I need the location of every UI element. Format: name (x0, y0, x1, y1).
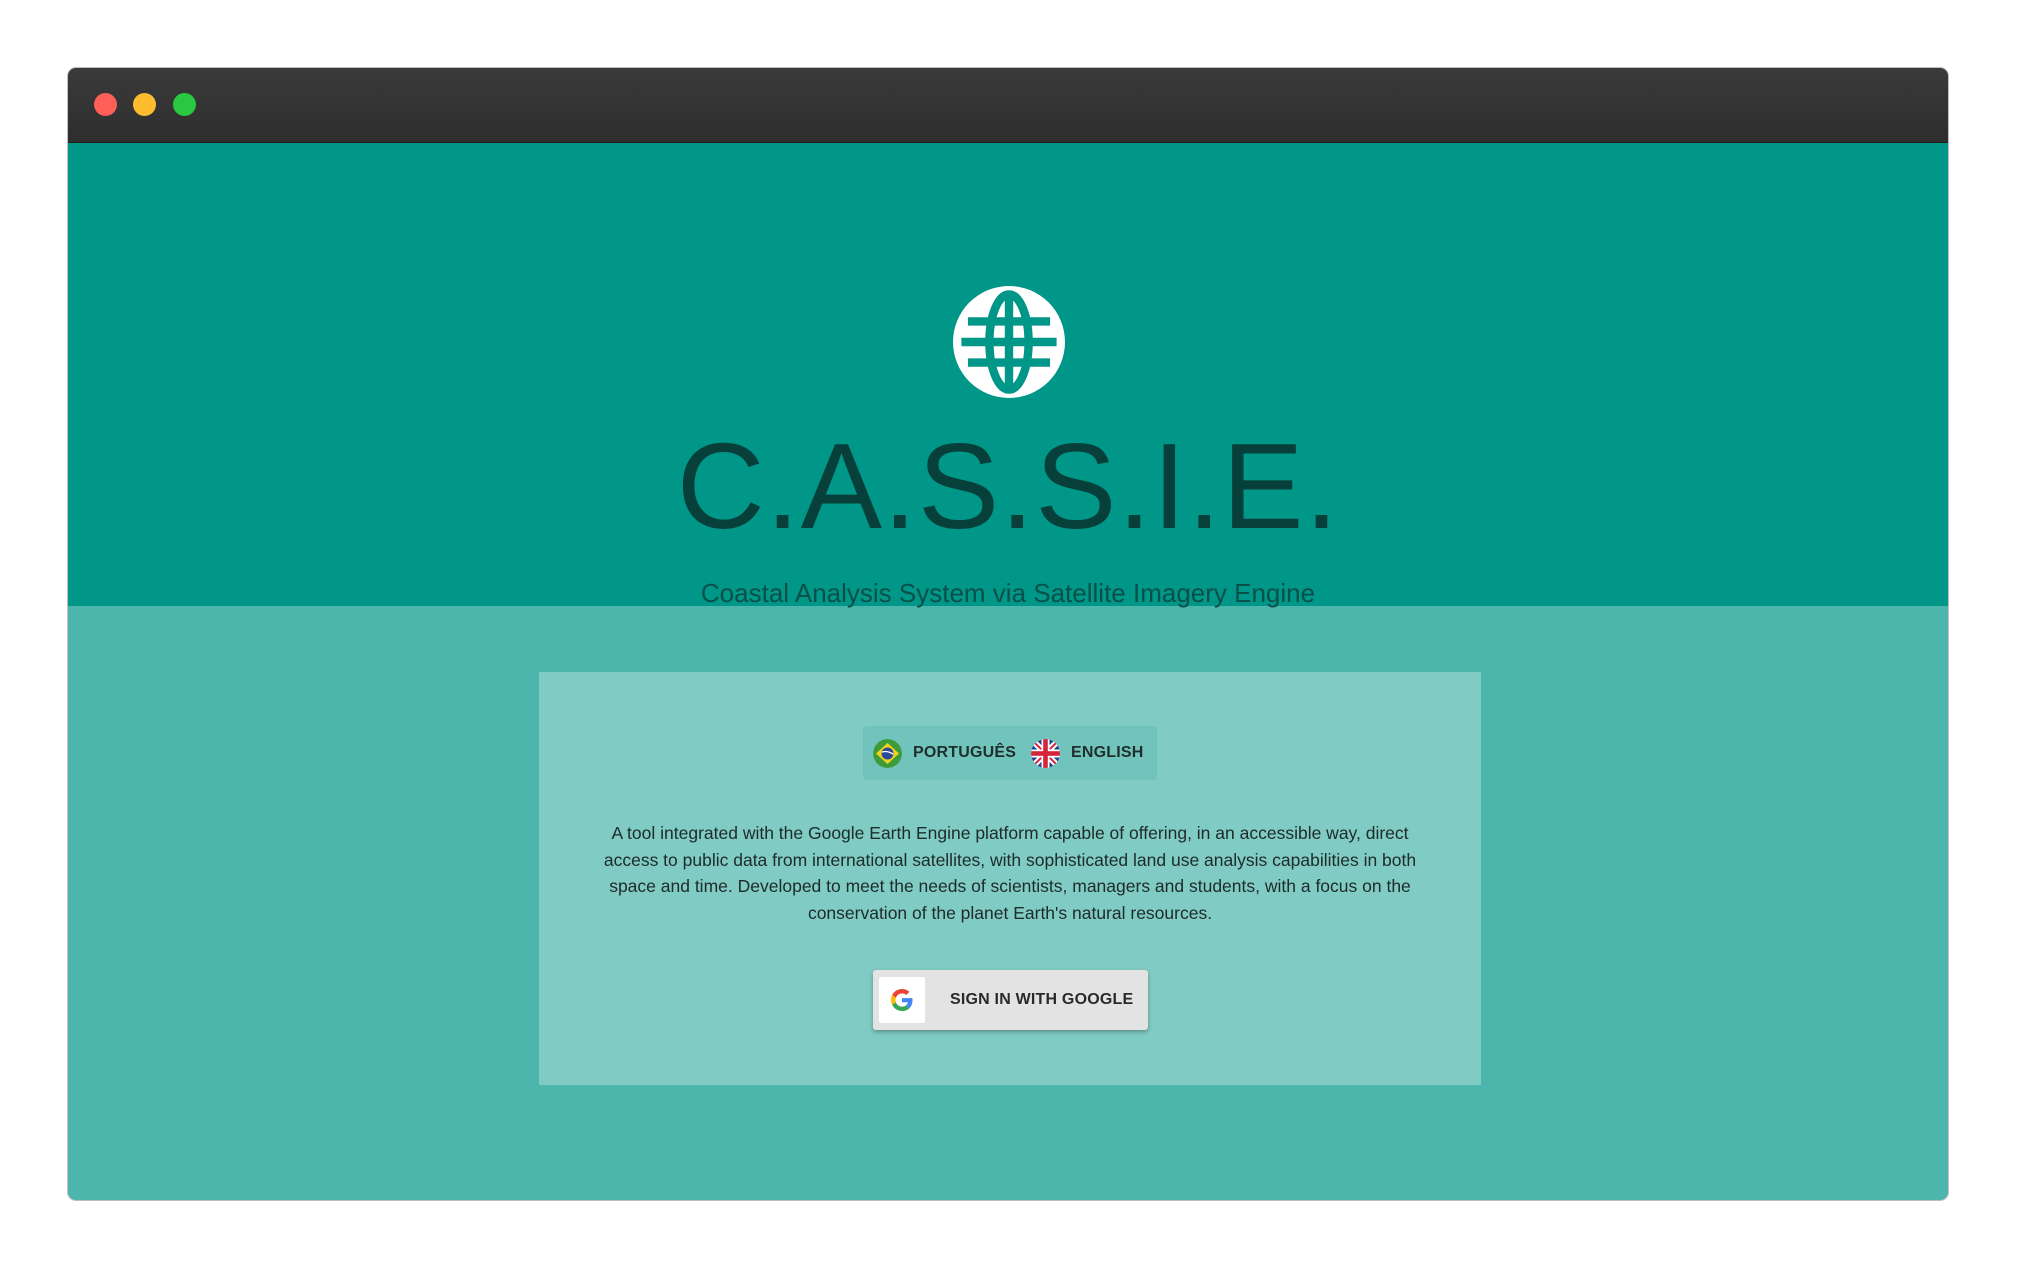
language-selector: PORTUGUÊS ENGLISH (863, 726, 1157, 780)
language-label-english: ENGLISH (1071, 744, 1144, 761)
google-icon (891, 989, 913, 1011)
hero-header: C.A.S.S.I.E. Coastal Analysis System via… (68, 143, 1948, 606)
window-titlebar (68, 68, 1948, 143)
language-option-english[interactable]: ENGLISH (1031, 726, 1144, 780)
language-option-portuguese[interactable]: PORTUGUÊS (873, 726, 1016, 780)
uk-flag-icon (1031, 738, 1060, 768)
sign-in-label: SIGN IN WITH GOOGLE (950, 991, 1134, 1008)
browser-window: C.A.S.S.I.E. Coastal Analysis System via… (68, 68, 1948, 1200)
minimize-window-button[interactable] (133, 93, 156, 116)
brazil-flag-icon (873, 738, 902, 768)
google-icon-container (879, 977, 925, 1023)
close-window-button[interactable] (94, 93, 117, 116)
app-description: A tool integrated with the Google Earth … (603, 823, 1417, 923)
language-label-portuguese: PORTUGUÊS (913, 744, 1017, 761)
maximize-window-button[interactable] (173, 93, 196, 116)
globe-icon (953, 286, 1065, 398)
sign-in-with-google-button[interactable]: SIGN IN WITH GOOGLE (873, 970, 1148, 1030)
app-subtitle: Coastal Analysis System via Satellite Im… (700, 578, 1316, 608)
app-title: C.A.S.S.I.E. (676, 418, 1340, 554)
login-card: PORTUGUÊS ENGLISH A tool integrated with… (539, 672, 1481, 1085)
